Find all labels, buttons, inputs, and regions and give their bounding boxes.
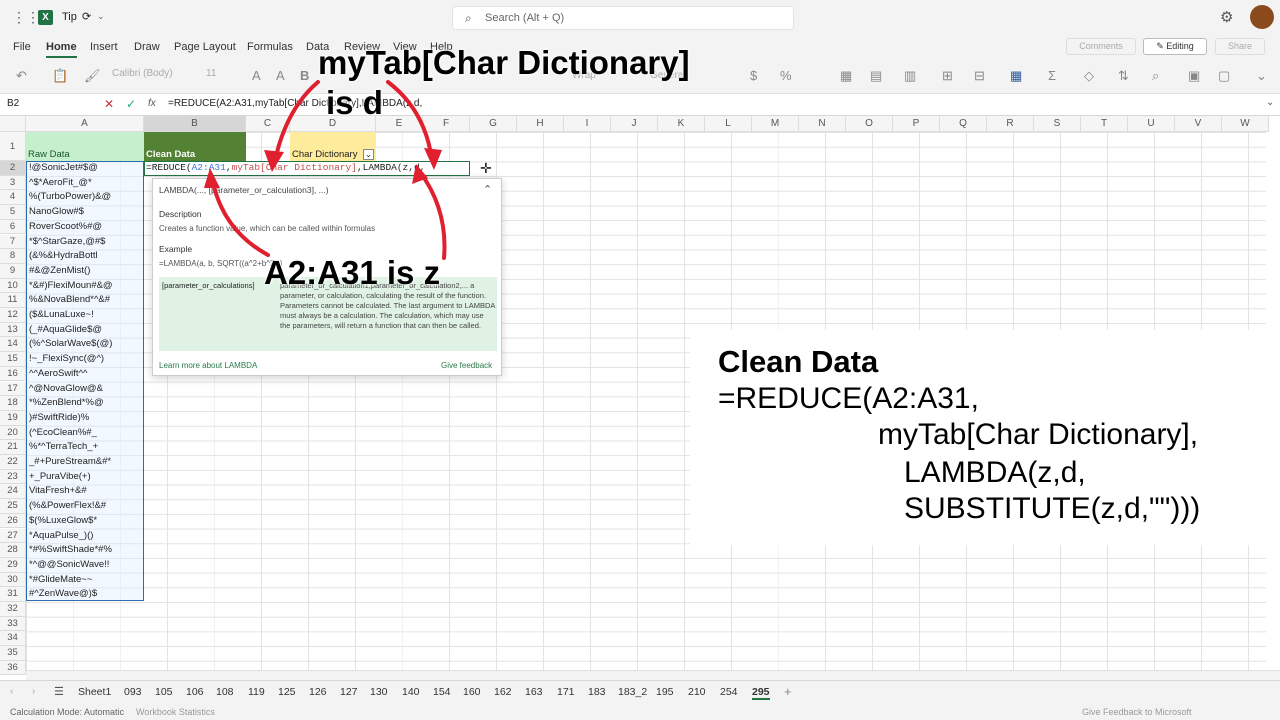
sheet-tab-254[interactable]: 254 — [720, 686, 738, 698]
arrow-to-z — [418, 170, 447, 260]
formula-explanation-panel: Clean Data =REDUCE(A2:A31, myTab[Char Di… — [690, 330, 1280, 545]
horizontal-scrollbar[interactable] — [26, 670, 1280, 680]
sheet-tab-130[interactable]: 130 — [370, 686, 388, 698]
sheet-tab-105[interactable]: 105 — [155, 686, 173, 698]
workbook-statistics[interactable]: Workbook Statistics — [136, 707, 215, 717]
sheet-tab-bar: ‹ › ☰ Sheet1 093 105 106 108 119 125 126 127 130 1… — [0, 680, 1280, 704]
sheet-tab-295[interactable]: 295 — [752, 686, 770, 700]
sheet-tab-127[interactable]: 127 — [340, 686, 358, 698]
sheet-tab-160[interactable]: 160 — [463, 686, 481, 698]
give-feedback-status[interactable]: Give Feedback to Microsoft — [1082, 707, 1192, 717]
next-sheet-icon[interactable]: › — [32, 686, 35, 697]
arrowhead-a2a31 — [204, 168, 220, 188]
arrow-to-a2a31 — [210, 176, 270, 257]
sheet-tab-108[interactable]: 108 — [216, 686, 234, 698]
sheet-tab-093[interactable]: 093 — [124, 686, 142, 698]
sheet-tab-126[interactable]: 126 — [309, 686, 327, 698]
sheet-tab-183_2[interactable]: 183_2 — [618, 686, 647, 698]
status-bar: Calculation Mode: Automatic Workbook Sta… — [0, 704, 1280, 720]
sheet-tab-210[interactable]: 210 — [688, 686, 706, 698]
sheet-tab-163[interactable]: 163 — [525, 686, 543, 698]
sheet-tab-162[interactable]: 162 — [494, 686, 512, 698]
sheet-tab-125[interactable]: 125 — [278, 686, 296, 698]
overlay-title: Clean Data — [718, 344, 879, 379]
add-sheet-icon[interactable]: + — [784, 684, 792, 699]
arrowhead-d — [424, 148, 442, 170]
sheet-tab-140[interactable]: 140 — [402, 686, 420, 698]
calculation-mode[interactable]: Calculation Mode: Automatic — [10, 707, 124, 717]
sheet-tab-171[interactable]: 171 — [557, 686, 575, 698]
overlay-line1: =REDUCE(A2:A31, — [718, 382, 979, 415]
sheet-tab-106[interactable]: 106 — [186, 686, 204, 698]
annotation-is-d: is d — [326, 84, 383, 121]
annotation-mytab: myTab[Char Dictionary] — [318, 44, 690, 81]
prev-sheet-icon[interactable]: ‹ — [10, 686, 13, 697]
sheet-tab-119[interactable]: 119 — [248, 686, 265, 698]
sheet-tab-154[interactable]: 154 — [433, 686, 451, 698]
sheet-tab-sheet1[interactable]: Sheet1 — [78, 686, 111, 698]
sheet-tab-183[interactable]: 183 — [588, 686, 606, 698]
all-sheets-icon[interactable]: ☰ — [54, 685, 64, 698]
annotation-a2-is-z: A2:A31 is z — [264, 254, 441, 291]
sheet-tab-195[interactable]: 195 — [656, 686, 674, 698]
overlay-line3: LAMBDA(z,d, — [904, 456, 1086, 489]
overlay-line2: myTab[Char Dictionary], — [878, 418, 1199, 451]
arrowhead-mytab — [264, 150, 284, 172]
overlay-line4: SUBSTITUTE(z,d,""))) — [904, 492, 1201, 525]
